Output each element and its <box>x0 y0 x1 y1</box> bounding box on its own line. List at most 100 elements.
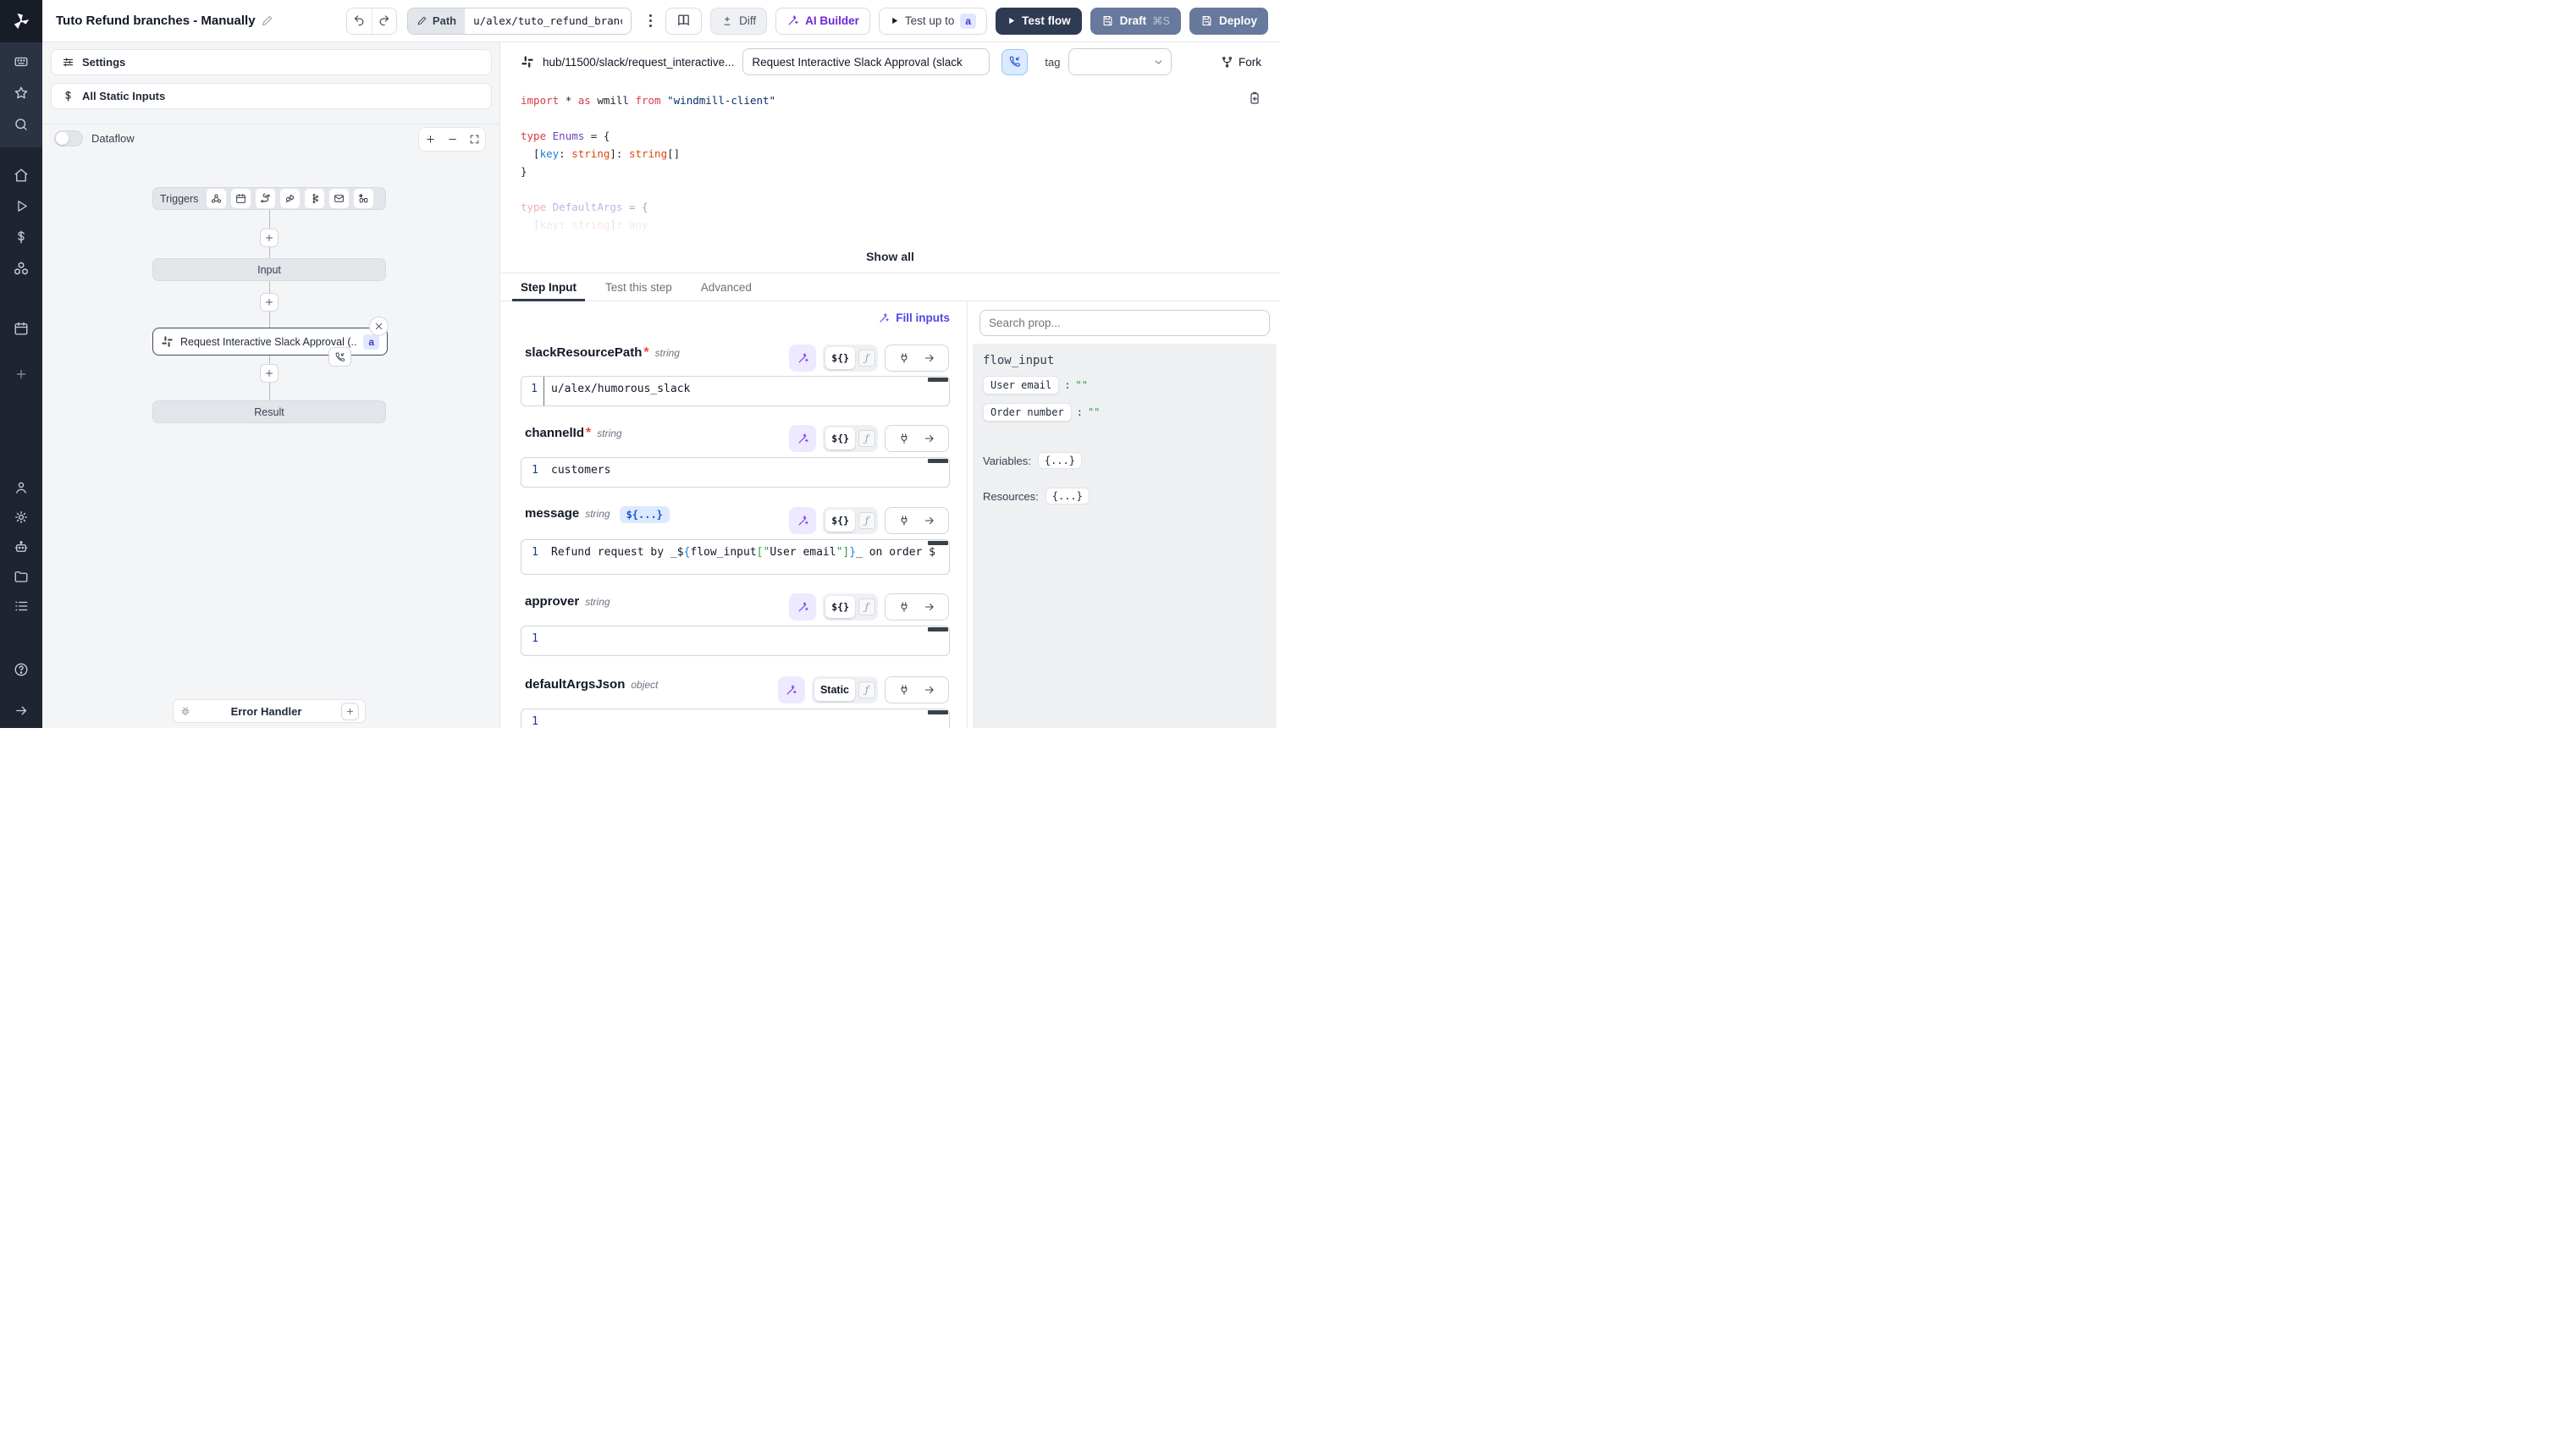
show-all-button[interactable]: Show all <box>866 250 914 263</box>
step-name-input[interactable] <box>742 48 990 75</box>
search-icon[interactable] <box>14 117 29 132</box>
scheduled-poll-icon[interactable] <box>354 189 373 208</box>
function-mode-button[interactable]: ƒ <box>858 681 875 698</box>
plug-icon[interactable] <box>898 433 910 444</box>
function-mode-button[interactable]: ƒ <box>858 598 875 615</box>
triggers-node[interactable]: Triggers <box>152 187 386 210</box>
settings-gear-icon[interactable] <box>14 510 29 525</box>
user-icon[interactable] <box>14 480 29 495</box>
ai-fill-button[interactable] <box>778 676 805 703</box>
tag-select[interactable] <box>1068 48 1172 75</box>
arrow-right-icon[interactable] <box>924 352 935 364</box>
ai-fill-button[interactable] <box>789 425 816 452</box>
plug-icon[interactable] <box>898 515 910 527</box>
search-prop-input[interactable] <box>979 310 1270 336</box>
workspace-switcher-icon[interactable] <box>14 54 29 69</box>
function-mode-button[interactable]: ƒ <box>858 430 875 447</box>
kafka-icon[interactable] <box>305 189 324 208</box>
editor-defaultArgsJson[interactable]: 1 <box>521 709 950 728</box>
test-flow-button[interactable]: Test flow <box>996 8 1082 35</box>
expr-mode-button[interactable]: ${} <box>825 427 855 449</box>
editor-slackResourcePath[interactable]: 1 u/alex/humorous_slack <box>521 376 950 406</box>
runs-icon[interactable] <box>14 199 29 213</box>
arrow-right-icon[interactable] <box>924 433 935 444</box>
redo-button[interactable] <box>372 8 396 34</box>
email-icon[interactable] <box>329 189 349 208</box>
flow-settings-button[interactable]: Settings <box>51 49 492 75</box>
add-error-handler-icon[interactable] <box>341 703 359 720</box>
schedule-icon[interactable] <box>231 189 251 208</box>
ai-builder-button[interactable]: AI Builder <box>775 8 870 35</box>
add-step-button[interactable] <box>260 364 279 383</box>
editor-channelId[interactable]: 1 customers <box>521 457 950 488</box>
approval-phone-icon[interactable] <box>328 347 351 367</box>
editor-message[interactable]: 1 Refund request by _${flow_input["User … <box>521 539 950 575</box>
zoom-in-button[interactable] <box>419 128 441 151</box>
remove-step-icon[interactable] <box>369 317 389 336</box>
scrollbar-thumb[interactable] <box>928 541 948 545</box>
approval-step-toggle[interactable] <box>1001 49 1028 75</box>
add-step-button[interactable] <box>260 293 279 312</box>
copy-code-icon[interactable] <box>1248 91 1261 105</box>
resources-icon[interactable] <box>14 261 29 276</box>
path-input[interactable] <box>465 8 631 34</box>
plug-icon[interactable] <box>898 352 910 364</box>
arrow-right-icon[interactable] <box>924 515 935 527</box>
prop-key-chip[interactable]: User email <box>983 376 1059 394</box>
hub-script-path[interactable]: hub/11500/slack/request_interactive... <box>543 56 734 69</box>
diff-button[interactable]: Diff <box>710 8 767 35</box>
prop-key-chip[interactable]: Order number <box>983 403 1072 422</box>
add-item-icon[interactable] <box>14 367 28 381</box>
scrollbar-thumb[interactable] <box>928 459 948 463</box>
expand-sidebar-icon[interactable] <box>14 703 29 718</box>
fork-button[interactable]: Fork <box>1221 56 1261 69</box>
scrollbar-thumb[interactable] <box>928 378 948 382</box>
ai-fill-button[interactable] <box>789 345 816 372</box>
undo-button[interactable] <box>347 8 372 34</box>
more-menu-icon[interactable] <box>643 14 657 27</box>
add-step-button[interactable] <box>260 229 279 247</box>
arrow-right-icon[interactable] <box>924 601 935 613</box>
path-label[interactable]: Path <box>408 8 465 34</box>
favorites-star-icon[interactable] <box>14 85 29 101</box>
function-mode-button[interactable]: ƒ <box>858 512 875 529</box>
code-preview[interactable]: import * as wmill from "windmill-client"… <box>500 81 1280 271</box>
static-mode-button[interactable]: Static <box>814 679 855 701</box>
folders-icon[interactable] <box>14 569 29 584</box>
edit-title-icon[interactable] <box>261 14 273 27</box>
dataflow-toggle[interactable] <box>54 130 83 146</box>
editor-approver[interactable]: 1 <box>521 626 950 656</box>
ai-fill-button[interactable] <box>789 507 816 534</box>
variables-chip[interactable]: {...} <box>1038 452 1082 469</box>
deploy-button[interactable]: Deploy <box>1189 8 1268 35</box>
fit-view-button[interactable] <box>463 128 485 151</box>
windmill-logo-icon[interactable] <box>0 0 42 42</box>
help-icon[interactable] <box>14 662 29 677</box>
schedules-icon[interactable] <box>14 321 29 336</box>
audit-logs-icon[interactable] <box>14 598 29 614</box>
tab-test-this-step[interactable]: Test this step <box>597 273 681 301</box>
http-route-icon[interactable] <box>256 189 275 208</box>
plug-icon[interactable] <box>898 684 910 696</box>
error-handler-node[interactable]: Error Handler <box>173 699 366 723</box>
all-static-inputs-button[interactable]: All Static Inputs <box>51 83 492 109</box>
scrollbar-thumb[interactable] <box>928 710 948 714</box>
ai-robot-icon[interactable] <box>14 539 29 554</box>
fill-inputs-button[interactable]: Fill inputs <box>878 312 950 324</box>
ai-fill-button[interactable] <box>789 593 816 620</box>
websocket-icon[interactable] <box>280 189 300 208</box>
tab-advanced[interactable]: Advanced <box>692 273 760 301</box>
resources-chip[interactable]: {...} <box>1046 488 1090 505</box>
scrollbar-thumb[interactable] <box>928 627 948 631</box>
docs-button[interactable] <box>665 8 702 35</box>
expr-mode-button[interactable]: ${} <box>825 596 855 618</box>
arrow-right-icon[interactable] <box>924 684 935 696</box>
expr-mode-button[interactable]: ${} <box>825 347 855 369</box>
tab-step-input[interactable]: Step Input <box>512 273 585 301</box>
home-icon[interactable] <box>14 168 29 183</box>
function-mode-button[interactable]: ƒ <box>858 350 875 367</box>
input-node[interactable]: Input <box>152 258 386 281</box>
variables-icon[interactable] <box>14 229 29 245</box>
test-up-to-button[interactable]: Test up to a <box>879 8 987 35</box>
draft-button[interactable]: Draft ⌘S <box>1090 8 1181 35</box>
